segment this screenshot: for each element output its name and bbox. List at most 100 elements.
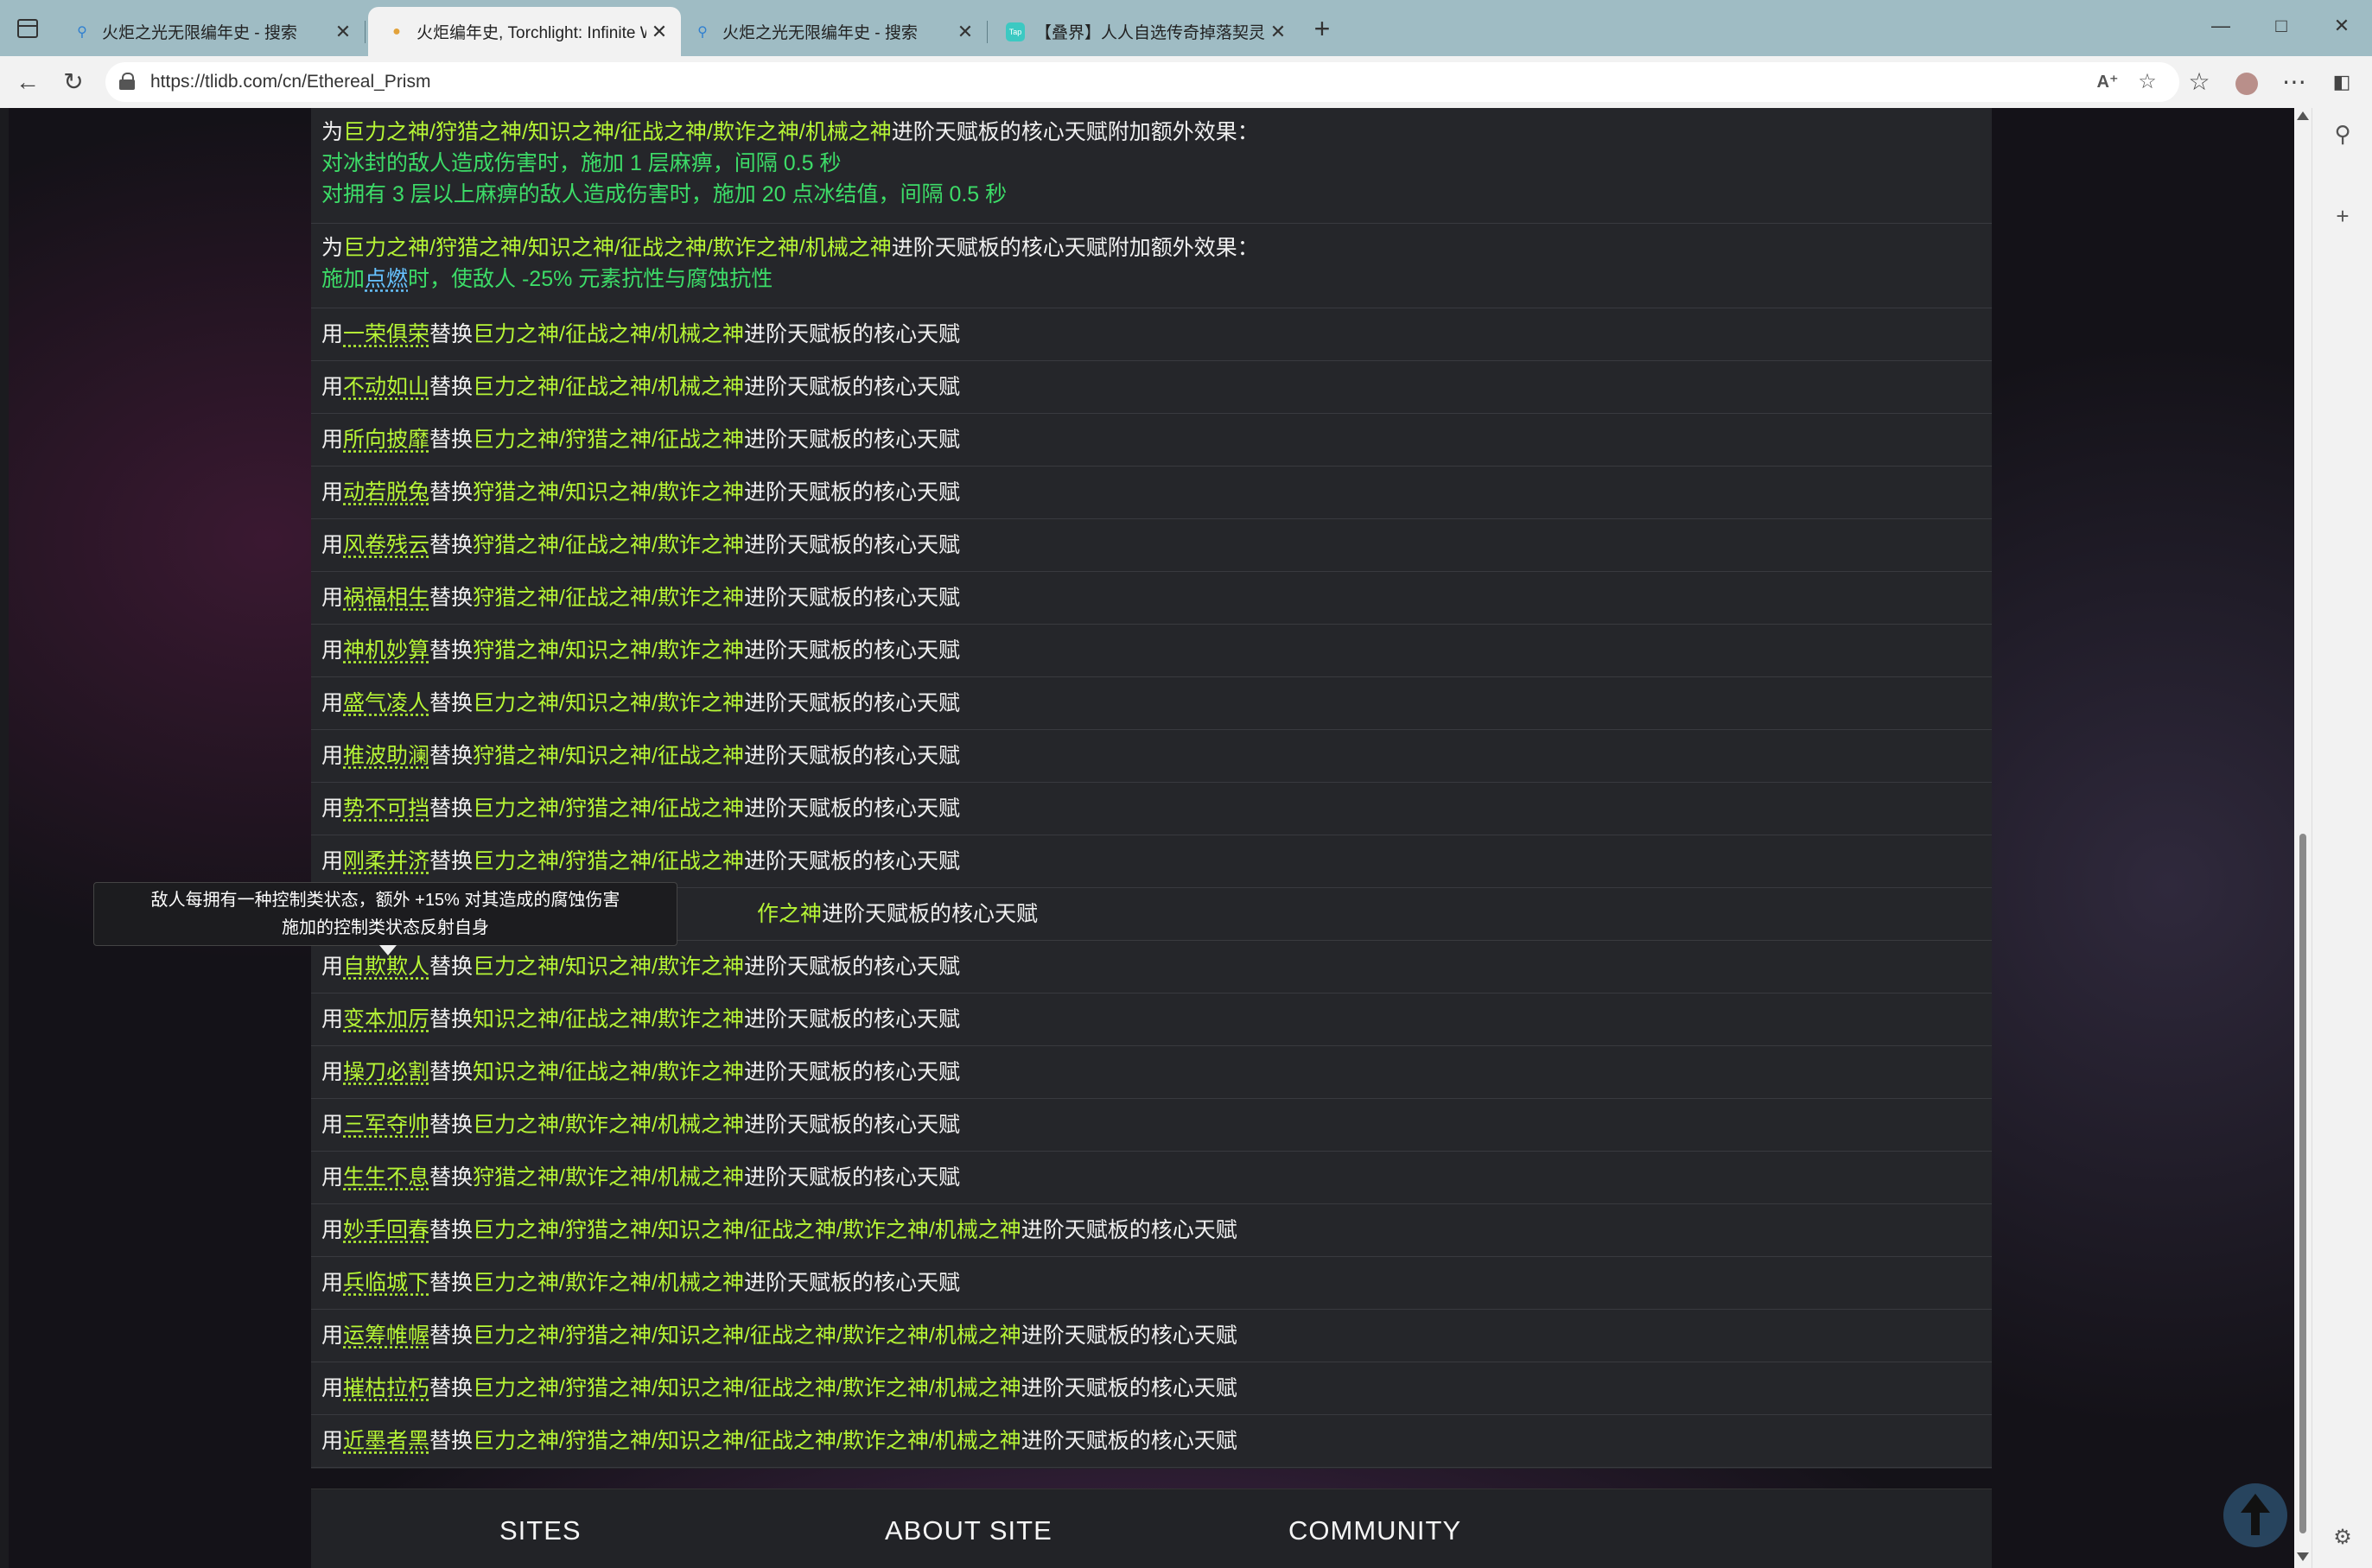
tab-title: 火炬编年史, Torchlight: Infinite W: [417, 24, 646, 42]
scroll-up-icon[interactable]: [2297, 111, 2309, 120]
close-icon[interactable]: ✕: [1265, 21, 1291, 43]
star-icon[interactable]: ☆: [2133, 67, 2162, 97]
god-list: 巨力之神/征战之神/机械之神: [473, 375, 744, 399]
new-tab-button[interactable]: +: [1307, 12, 1338, 45]
talent-link[interactable]: 摧枯拉朽: [343, 1376, 429, 1400]
row-mid: 替换: [429, 1007, 474, 1032]
close-window-button[interactable]: ✕: [2316, 9, 2368, 43]
gear-icon[interactable]: ⚙: [2325, 1520, 2360, 1555]
row-prefix: 用: [321, 1429, 344, 1453]
row-suffix: 进阶天赋板的核心天赋: [743, 428, 960, 452]
scrollbar-thumb[interactable]: [2299, 834, 2306, 1533]
row-suffix: 进阶天赋板的核心天赋: [743, 1271, 960, 1295]
row-mid: 替换: [429, 428, 474, 452]
talent-link[interactable]: 推波助澜: [343, 744, 429, 768]
talent-link[interactable]: 近墨者黑: [343, 1429, 429, 1453]
tab-tlidb[interactable]: ● 火炬编年史, Torchlight: Infinite W ✕: [368, 7, 681, 56]
effect-row: 为巨力之神/狩猎之神/知识之神/征战之神/欺诈之神/机械之神进阶天赋板的核心天赋…: [311, 224, 1992, 308]
refresh-button[interactable]: ↻: [56, 65, 91, 99]
plus-icon[interactable]: +: [2325, 199, 2360, 233]
row-mid: 替换: [429, 1429, 474, 1453]
talent-link[interactable]: 所向披靡: [343, 428, 429, 452]
footer-community-heading: COMMUNITY: [1288, 1515, 1462, 1546]
ignite-link[interactable]: 点燃: [365, 267, 408, 291]
talent-link[interactable]: 动若脱兔: [343, 480, 429, 505]
more-button[interactable]: ⋯: [2277, 65, 2312, 99]
tab-title: 【叠界】人人自选传奇掉落契灵!: [1035, 24, 1265, 42]
close-icon[interactable]: ✕: [646, 21, 672, 43]
talent-link[interactable]: 盛气凌人: [343, 691, 429, 715]
row-prefix: 用: [321, 744, 344, 768]
scroll-down-icon[interactable]: [2297, 1552, 2309, 1561]
tooltip-arrow: [379, 945, 397, 955]
tab-actions-button[interactable]: [12, 14, 43, 43]
row-mid: 替换: [429, 849, 474, 873]
row-prefix: 用: [321, 1165, 344, 1190]
profile-button[interactable]: [2229, 65, 2264, 99]
row-mid: 替换: [429, 1113, 474, 1137]
scroll-to-top-button[interactable]: [2223, 1483, 2287, 1547]
god-list: 巨力之神/知识之神/欺诈之神: [473, 691, 744, 715]
talent-link[interactable]: 刚柔并济: [343, 849, 429, 873]
collections-button[interactable]: ☆: [2182, 65, 2216, 99]
talent-link[interactable]: 妙手回春: [343, 1218, 429, 1242]
talent-link[interactable]: 操刀必割: [343, 1060, 429, 1084]
talent-link[interactable]: 祸福相生: [343, 586, 429, 610]
sidebar-toggle-button[interactable]: ◧: [2324, 65, 2359, 99]
search-icon[interactable]: ⚲: [2325, 117, 2360, 151]
url-text[interactable]: https://tlidb.com/cn/Ethereal_Prism: [150, 62, 430, 102]
row-suffix: 进阶天赋板的核心天赋: [743, 744, 960, 768]
talent-link[interactable]: 兵临城下: [343, 1271, 429, 1295]
more-icon: ⋯: [2282, 68, 2306, 95]
god-list: 狩猎之神/征战之神/欺诈之神: [473, 586, 744, 610]
sidebar-icon: ◧: [2332, 71, 2351, 92]
back-arrow-icon: ←: [16, 68, 40, 95]
row-suffix: 进阶天赋板的核心天赋: [743, 955, 960, 979]
tab-actions-icon: [17, 19, 38, 38]
talent-effects-table: 为巨力之神/狩猎之神/知识之神/征战之神/欺诈之神/机械之神进阶天赋板的核心天赋…: [311, 108, 1992, 1469]
row-mid: 替换: [429, 744, 474, 768]
talent-link[interactable]: 不动如山: [343, 375, 429, 399]
talent-link[interactable]: 风卷残云: [343, 533, 429, 557]
god-list: 巨力之神/欺诈之神/机械之神: [473, 1113, 744, 1137]
site-footer: SITES ABOUT SITE COMMUNITY: [311, 1489, 1992, 1568]
page-scrollbar[interactable]: [2294, 108, 2312, 1568]
talent-link[interactable]: 变本加厉: [343, 1007, 429, 1032]
row-mid: 替换: [429, 1271, 474, 1295]
replace-row: 用近墨者黑替换巨力之神/狩猎之神/知识之神/征战之神/欺诈之神/机械之神进阶天赋…: [311, 1415, 1992, 1468]
tab-title: 火炬之光无限编年史 - 搜索: [102, 24, 297, 42]
talent-link[interactable]: 三军夺帅: [343, 1113, 429, 1137]
god-list: 狩猎之神/知识之神/欺诈之神: [473, 480, 744, 505]
address-bar[interactable]: https://tlidb.com/cn/Ethereal_Prism A⁺ ☆: [105, 62, 2179, 102]
talent-link[interactable]: 自欺欺人: [343, 955, 429, 979]
talent-link[interactable]: 神机妙算: [343, 638, 429, 663]
god-list: 巨力之神/狩猎之神/知识之神/征战之神/欺诈之神/机械之神: [473, 1376, 1021, 1400]
footer-sites-heading: SITES: [499, 1515, 582, 1546]
tab-search-2[interactable]: ⚲ 火炬之光无限编年史 - 搜索 ✕: [674, 7, 988, 56]
torch-icon: ●: [392, 23, 401, 39]
tab-search-1[interactable]: ⚲ 火炬之光无限编年史 - 搜索 ✕: [54, 7, 366, 56]
talent-link[interactable]: 运筹帷幄: [343, 1324, 429, 1348]
god-list: 狩猎之神/知识之神/欺诈之神: [473, 638, 744, 663]
close-icon[interactable]: ✕: [330, 21, 356, 43]
back-button[interactable]: ←: [10, 65, 45, 99]
close-icon[interactable]: ✕: [952, 21, 978, 43]
row-suffix: 进阶天赋板的核心天赋: [1021, 1324, 1237, 1348]
row-mid: 替换: [429, 638, 474, 663]
maximize-button[interactable]: □: [2255, 9, 2307, 43]
talent-link[interactable]: 一荣俱荣: [343, 322, 429, 346]
row-mid: 替换: [429, 586, 474, 610]
god-list: 狩猎之神/征战之神/欺诈之神: [473, 533, 744, 557]
god-list: 巨力之神/狩猎之神/知识之神/征战之神/欺诈之神/机械之神: [473, 1218, 1021, 1242]
read-aloud-icon[interactable]: A⁺: [2093, 67, 2122, 97]
row-suffix: 进阶天赋板的核心天赋附加额外效果：: [891, 120, 1259, 144]
replace-row: 用风卷残云替换狩猎之神/征战之神/欺诈之神进阶天赋板的核心天赋: [311, 519, 1992, 572]
talent-link[interactable]: 势不可挡: [343, 797, 429, 821]
minimize-button[interactable]: —: [2195, 9, 2247, 43]
row-prefix: 为: [321, 236, 344, 260]
row-suffix: 进阶天赋板的核心天赋: [1021, 1429, 1237, 1453]
search-icon: ⚲: [77, 24, 87, 40]
tab-tap[interactable]: Tap 【叠界】人人自选传奇掉落契灵! ✕: [987, 7, 1300, 56]
replace-row: 用推波助澜替换狩猎之神/知识之神/征战之神进阶天赋板的核心天赋: [311, 730, 1992, 783]
talent-link[interactable]: 生生不息: [343, 1165, 429, 1190]
